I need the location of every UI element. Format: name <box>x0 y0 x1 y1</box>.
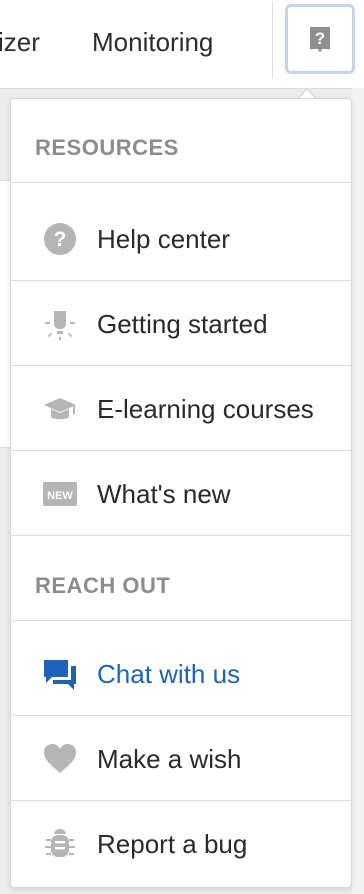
graduation-cap-icon <box>44 398 76 420</box>
question-square-icon: ? <box>310 27 330 53</box>
menu-item-e-learning-courses[interactable]: E-learning courses <box>11 367 351 451</box>
section-title-resources: RESOURCES <box>35 135 179 160</box>
nav-divider <box>272 2 273 78</box>
help-dropdown-menu: RESOURCES ? Help center Getting started … <box>10 98 352 888</box>
menu-item-label: Chat with us <box>97 659 241 689</box>
menu-item-label: Make a wish <box>97 744 242 774</box>
lightbulb-icon <box>45 311 75 340</box>
menu-item-whats-new[interactable]: NEW What's new <box>11 452 351 536</box>
chat-icon <box>44 660 76 690</box>
menu-item-chat-with-us[interactable]: Chat with us <box>11 632 351 716</box>
menu-item-label: Getting started <box>97 309 268 339</box>
new-badge-text: NEW <box>47 490 73 502</box>
section-header-resources: RESOURCES <box>11 99 351 183</box>
menu-item-label: E-learning courses <box>97 394 314 424</box>
menu-item-help-center[interactable]: ? Help center <box>11 197 351 281</box>
svg-text:?: ? <box>54 228 67 251</box>
nav-item-partial[interactable]: izer <box>0 26 40 58</box>
help-button[interactable]: ? <box>285 4 355 74</box>
new-badge-icon: NEW <box>43 482 77 506</box>
menu-item-label: Help center <box>97 224 230 254</box>
heart-icon <box>44 744 76 773</box>
background-panel-right <box>352 88 364 894</box>
top-nav-bar: izer Monitoring ? <box>0 0 364 89</box>
menu-item-make-a-wish[interactable]: Make a wish <box>11 717 351 801</box>
bug-icon <box>45 829 75 857</box>
menu-item-getting-started[interactable]: Getting started <box>11 282 351 366</box>
question-circle-icon: ? <box>44 223 76 255</box>
svg-text:?: ? <box>315 29 325 48</box>
nav-item-monitoring[interactable]: Monitoring <box>92 26 213 58</box>
menu-item-report-a-bug[interactable]: Report a bug <box>11 802 351 886</box>
section-header-reach-out: REACH OUT <box>11 537 351 621</box>
section-title-reach-out: REACH OUT <box>35 573 171 598</box>
menu-item-label: What's new <box>97 479 231 509</box>
menu-item-label: Report a bug <box>97 829 248 859</box>
